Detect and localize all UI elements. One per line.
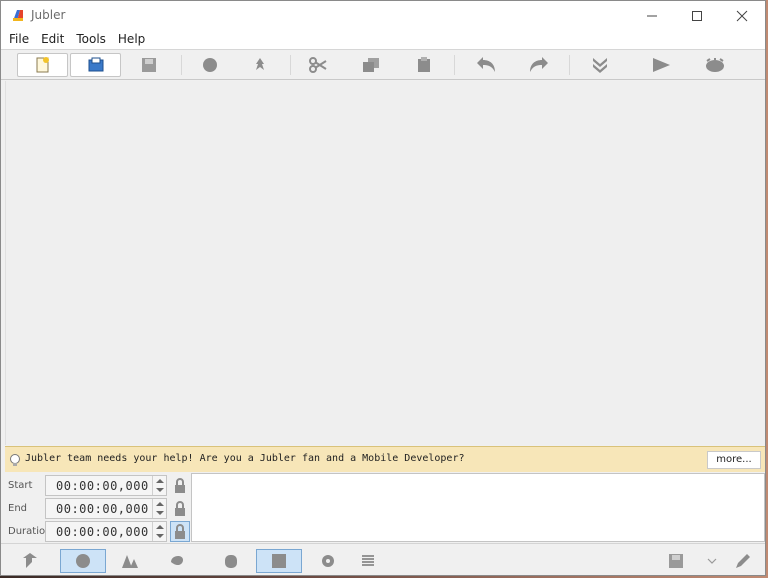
edit-pen-button[interactable]	[720, 549, 765, 573]
menu-file[interactable]: File	[1, 30, 35, 49]
shape-button[interactable]	[154, 549, 200, 573]
toolbar-separator	[290, 55, 291, 75]
cut-icon	[308, 57, 327, 73]
toolbar-separator	[454, 55, 455, 75]
circle-icon	[76, 554, 90, 568]
menu-tools[interactable]: Tools	[70, 30, 112, 49]
arrow-icon	[23, 553, 37, 568]
duration-time-field[interactable]: 00:00:00,000	[45, 521, 167, 542]
copy-button[interactable]	[345, 53, 396, 77]
edit-pen-icon	[736, 554, 750, 568]
close-icon	[736, 10, 748, 21]
minimize-button[interactable]	[629, 1, 675, 30]
maximize-icon	[692, 10, 702, 21]
subtitle-text-editor[interactable]	[191, 473, 765, 542]
redo-button[interactable]	[513, 53, 564, 77]
save-button[interactable]	[123, 53, 174, 77]
paste-button[interactable]	[398, 53, 449, 77]
list-button[interactable]	[345, 549, 391, 573]
cut-button[interactable]	[292, 53, 343, 77]
new-button[interactable]	[17, 53, 68, 77]
end-time-field[interactable]: 00:00:00,000	[45, 498, 167, 519]
jubler-logo-icon	[13, 10, 23, 21]
info-icon	[202, 58, 217, 72]
end-time-value: 00:00:00,000	[56, 502, 149, 516]
duration-time-value: 00:00:00,000	[56, 525, 149, 539]
spin-down-icon[interactable]	[156, 488, 164, 492]
notice-text: Jubler team needs your help! Are you a J…	[25, 453, 465, 464]
spin-up-icon[interactable]	[156, 525, 164, 529]
arrow-button[interactable]	[7, 549, 53, 573]
info-button[interactable]	[184, 53, 235, 77]
new-file-icon	[36, 57, 49, 73]
play-button[interactable]	[635, 53, 686, 77]
pin-icon	[255, 58, 264, 70]
open-button[interactable]	[70, 53, 121, 77]
dropdown-icon	[707, 558, 717, 564]
subtitle-table-area[interactable]	[5, 81, 765, 445]
undo-icon	[476, 57, 495, 72]
close-button[interactable]	[719, 1, 765, 30]
list-icon	[362, 555, 374, 566]
database-button[interactable]	[208, 549, 254, 573]
start-lock-button[interactable]	[170, 475, 190, 496]
spin-down-icon[interactable]	[156, 534, 164, 538]
toolbar-separator	[181, 55, 182, 75]
window-title: Jubler	[31, 8, 66, 22]
end-label: End	[8, 503, 28, 514]
image-button[interactable]	[256, 549, 302, 573]
maximize-button[interactable]	[674, 1, 720, 30]
redo-icon	[529, 57, 548, 72]
toolbar-separator	[569, 55, 570, 75]
spin-up-icon[interactable]	[156, 479, 164, 483]
lock-icon	[175, 523, 185, 539]
spin-down-icon[interactable]	[156, 511, 164, 515]
minimize-icon	[647, 15, 657, 16]
preview-icon	[705, 58, 724, 72]
jump-down-icon	[592, 58, 607, 73]
preview-button[interactable]	[689, 53, 740, 77]
title-bar: Jubler	[1, 1, 765, 30]
open-file-icon	[88, 57, 103, 72]
shape-icon	[171, 556, 183, 566]
lock-icon	[175, 500, 185, 516]
image-icon	[272, 554, 286, 568]
lock-icon	[175, 477, 185, 493]
save-icon	[141, 58, 156, 72]
duration-spinner[interactable]	[152, 522, 166, 541]
text-style-icon	[122, 555, 138, 568]
save-style-icon	[669, 554, 683, 568]
end-spinner[interactable]	[152, 499, 166, 518]
pin-button[interactable]	[234, 53, 285, 77]
help-notice-bar: Jubler team needs your help! Are you a J…	[5, 446, 765, 472]
paste-icon	[417, 57, 430, 72]
main-toolbar	[1, 49, 765, 80]
app-window: Jubler File Edit Tools Help Jubler team …	[0, 0, 766, 576]
start-spinner[interactable]	[152, 476, 166, 495]
menu-edit[interactable]: Edit	[35, 30, 70, 49]
circle-button[interactable]	[60, 549, 106, 573]
play-icon	[652, 58, 670, 72]
text-style-button[interactable]	[107, 549, 153, 573]
lightbulb-icon	[10, 454, 20, 466]
undo-button[interactable]	[460, 53, 511, 77]
copy-icon	[362, 58, 379, 72]
jump-down-button[interactable]	[574, 53, 625, 77]
end-lock-button[interactable]	[170, 498, 190, 519]
database-icon	[225, 555, 237, 568]
menu-help[interactable]: Help	[112, 30, 151, 49]
start-label: Start	[8, 480, 33, 491]
menu-bar: File Edit Tools Help	[1, 30, 765, 49]
style-toolbar	[1, 543, 765, 575]
settings-icon	[322, 555, 334, 567]
more-button[interactable]: more...	[707, 451, 761, 469]
start-time-value: 00:00:00,000	[56, 479, 149, 493]
start-time-field[interactable]: 00:00:00,000	[45, 475, 167, 496]
spin-up-icon[interactable]	[156, 502, 164, 506]
duration-lock-button[interactable]	[170, 521, 190, 542]
